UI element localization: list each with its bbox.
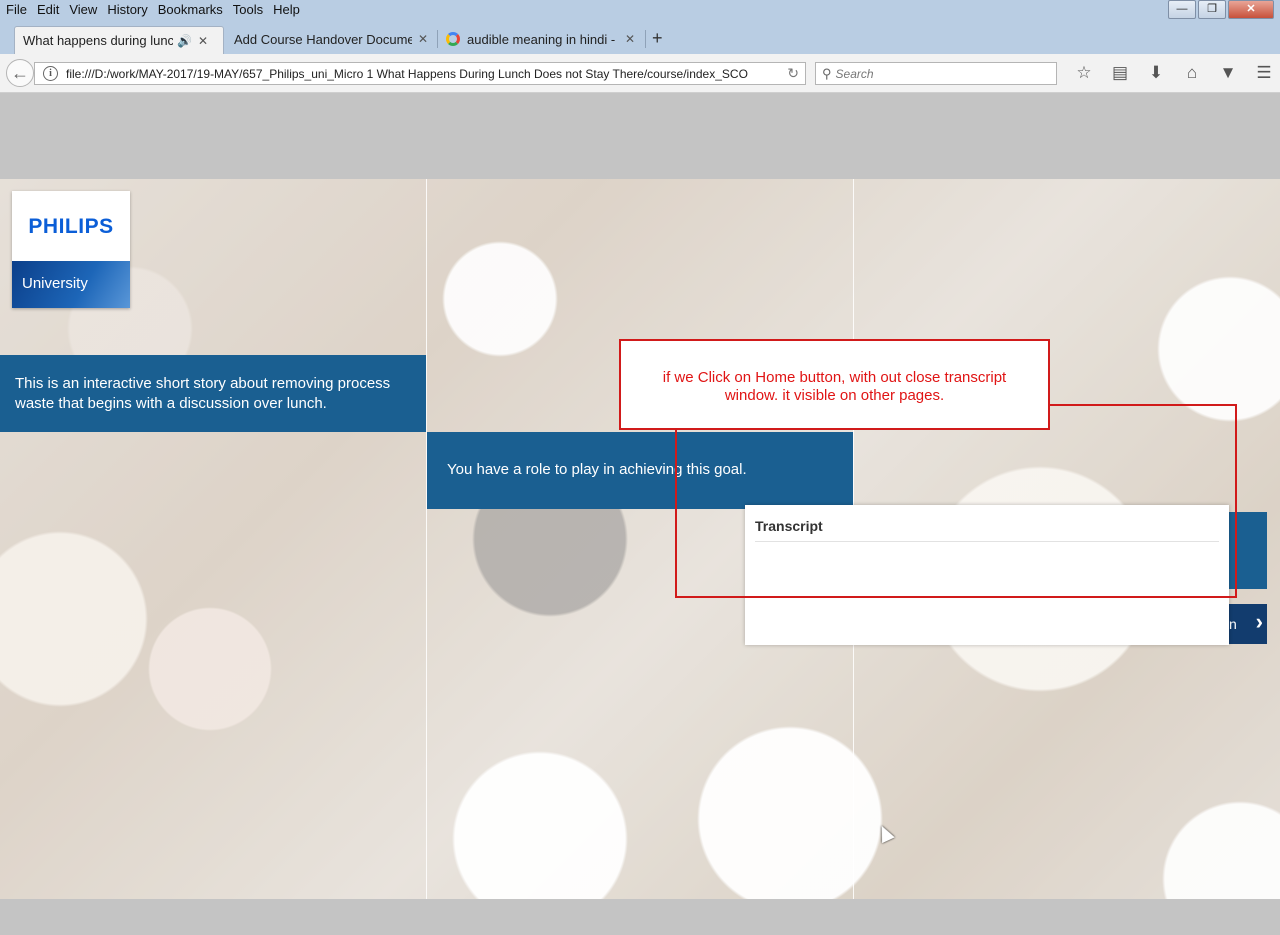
close-icon[interactable]: ✕ xyxy=(198,34,208,48)
close-window-button[interactable]: ✕ xyxy=(1228,0,1274,19)
bookmark-star-icon[interactable]: ☆ xyxy=(1066,63,1102,83)
intro-text-panel: This is an interactive short story about… xyxy=(0,355,426,432)
search-placeholder: Search xyxy=(835,66,874,81)
menu-edit[interactable]: Edit xyxy=(31,0,63,20)
philips-university-logo: PHILIPS University xyxy=(12,191,130,308)
window-controls: — ❐ ✕ xyxy=(1168,0,1274,19)
menu-tools[interactable]: Tools xyxy=(227,0,267,20)
annotation-callout: if we Click on Home button, with out clo… xyxy=(619,339,1050,430)
url-bar[interactable]: i file:///D:/work/MAY-2017/19-MAY/657_Ph… xyxy=(34,62,806,85)
tab-handover[interactable]: Add Course Handover Document ✕ xyxy=(226,24,436,54)
menu-history[interactable]: History xyxy=(101,0,151,20)
close-icon[interactable]: ✕ xyxy=(418,32,428,46)
google-icon xyxy=(446,32,460,46)
menu-help[interactable]: Help xyxy=(267,0,304,20)
toolbar-icons: ☆ ▤ ⬇ ⌂ ▼ ☰ xyxy=(1066,63,1280,83)
home-icon[interactable]: ⌂ xyxy=(1174,63,1210,83)
search-input[interactable]: ⚲ Search xyxy=(815,62,1057,85)
url-text[interactable]: file:///D:/work/MAY-2017/19-MAY/657_Phil… xyxy=(66,67,756,81)
logo-brand: PHILIPS xyxy=(28,215,114,238)
close-icon[interactable]: ✕ xyxy=(625,32,635,46)
tab-strip: What happens during lunch d 🔊 ✕ Add Cour… xyxy=(0,22,1280,54)
navigation-bar: ← i file:///D:/work/MAY-2017/19-MAY/657_… xyxy=(0,54,1280,93)
back-button[interactable]: ← xyxy=(6,59,34,87)
new-tab-button[interactable]: + xyxy=(652,28,663,49)
reading-list-icon[interactable]: ▤ xyxy=(1102,63,1138,83)
hamburger-menu-icon[interactable]: ☰ xyxy=(1246,63,1280,83)
page-content: PHILIPS University This is an interactiv… xyxy=(0,93,1280,935)
tab-google[interactable]: audible meaning in hindi - G ✕ xyxy=(438,24,644,54)
tab-title: Add Course Handover Document xyxy=(234,31,412,47)
restore-button[interactable]: ❐ xyxy=(1198,0,1226,19)
next-button[interactable]: n › xyxy=(1228,604,1267,644)
annotation-highlight-box xyxy=(675,404,1237,598)
speaker-icon[interactable]: 🔊 xyxy=(177,34,192,48)
reload-icon[interactable]: ↻ xyxy=(787,65,799,82)
pocket-icon[interactable]: ▼ xyxy=(1210,63,1246,83)
info-icon[interactable]: i xyxy=(43,66,58,81)
tab-separator xyxy=(645,30,646,48)
minimize-button[interactable]: — xyxy=(1168,0,1196,19)
download-icon[interactable]: ⬇ xyxy=(1138,63,1174,83)
next-label: n xyxy=(1229,616,1237,632)
menu-bar: File Edit View History Bookmarks Tools H… xyxy=(0,0,304,20)
intro-text: This is an interactive short story about… xyxy=(15,375,391,412)
menu-view[interactable]: View xyxy=(63,0,101,20)
tab-lunch[interactable]: What happens during lunch d 🔊 ✕ xyxy=(14,26,224,54)
logo-band: University xyxy=(12,261,130,308)
title-bar: File Edit View History Bookmarks Tools H… xyxy=(0,0,1280,22)
menu-bookmarks[interactable]: Bookmarks xyxy=(152,0,227,20)
logo-subtitle: University xyxy=(22,275,88,292)
column-divider xyxy=(426,179,427,899)
annotation-note: if we Click on Home button, with out clo… xyxy=(662,369,1007,404)
menu-file[interactable]: File xyxy=(0,0,31,20)
tab-title: audible meaning in hindi - G xyxy=(467,31,619,47)
tab-title: What happens during lunch d xyxy=(23,33,173,48)
search-icon: ⚲ xyxy=(822,65,832,81)
chevron-right-icon: › xyxy=(1255,609,1263,634)
